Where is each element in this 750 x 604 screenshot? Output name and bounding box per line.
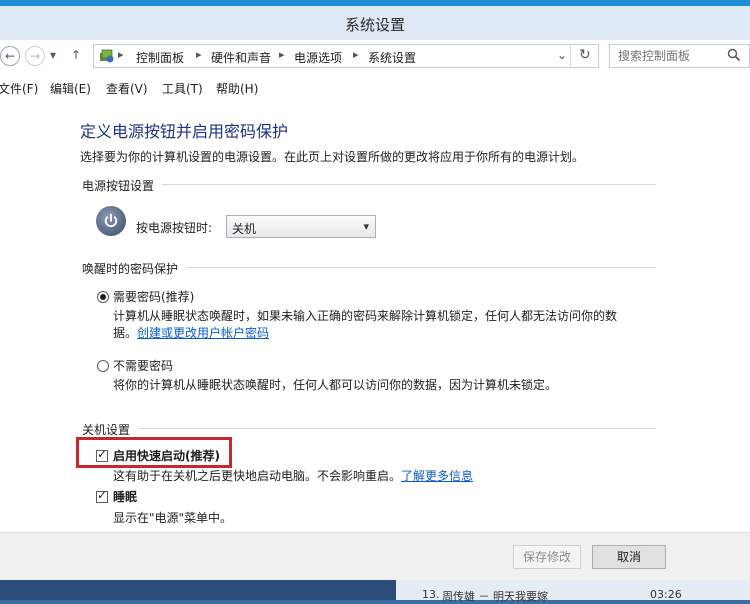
power-icon bbox=[96, 206, 126, 236]
menu-bar: 文件(F) 编辑(E) 查看(V) 工具(T) 帮助(H) bbox=[0, 74, 750, 98]
title-bar[interactable]: 系统设置 bbox=[0, 0, 750, 40]
window-title: 系统设置 bbox=[344, 16, 405, 34]
search-box[interactable] bbox=[609, 44, 750, 68]
sleep-label[interactable]: 睡眠 bbox=[113, 488, 137, 505]
power-button-section-title: 电源按钮设置 bbox=[82, 177, 163, 194]
fast-startup-description: 这有助于在关机之后更快地启动电脑。不会影响重启。 bbox=[113, 469, 402, 483]
menu-view[interactable]: 查看(V) bbox=[106, 80, 148, 97]
taskbar: 13. 周传雄 － 明天我要嫁 03:26 bbox=[0, 580, 750, 603]
menu-file[interactable]: 文件(F) bbox=[0, 80, 38, 97]
menu-edit[interactable]: 编辑(E) bbox=[50, 80, 91, 97]
sleep-description: 显示在"电源"菜单中。 bbox=[113, 511, 233, 525]
sleep-checkbox[interactable] bbox=[96, 488, 108, 503]
back-button[interactable]: ← bbox=[0, 46, 20, 66]
save-changes-button[interactable]: 保存修改 bbox=[513, 545, 581, 569]
breadcrumb-separator[interactable]: ▸ bbox=[279, 48, 285, 61]
power-button-label: 按电源按钮时: bbox=[136, 221, 213, 235]
no-password-description: 将你的计算机从睡眠状态唤醒时，任何人都可以访问你的数据，因为计算机未锁定。 bbox=[113, 378, 558, 392]
up-button[interactable]: ↑ bbox=[71, 48, 81, 62]
address-toolbar: ← → ▾ ↑ ▸ 控制面板 ▸ 硬件和声音 ▸ 电源选项 ▸ 系统设置 ⌄ ↻ bbox=[0, 40, 750, 72]
search-icon[interactable] bbox=[727, 48, 741, 65]
menu-tools[interactable]: 工具(T) bbox=[162, 80, 203, 97]
no-password-radio[interactable] bbox=[97, 360, 109, 372]
main-content: 定义电源按钮并启用密码保护 选择要为你的计算机设置的电源设置。在此页上对设置所做… bbox=[0, 98, 750, 532]
section-divider bbox=[82, 184, 656, 185]
control-panel-icon bbox=[99, 48, 115, 67]
track-number: 13. bbox=[422, 588, 440, 601]
power-button-action-select[interactable]: 关机 ▾ bbox=[226, 215, 376, 238]
search-input[interactable] bbox=[618, 48, 728, 64]
require-password-label[interactable]: 需要密码(推荐) bbox=[113, 288, 194, 305]
recent-pages-button[interactable]: ▾ bbox=[50, 48, 56, 62]
no-password-label[interactable]: 不需要密码 bbox=[113, 357, 173, 374]
chevron-down-icon: ▾ bbox=[363, 220, 369, 233]
address-dropdown-button[interactable]: ⌄ bbox=[557, 48, 567, 62]
require-password-description-line2: 据。 bbox=[113, 326, 138, 340]
require-password-radio[interactable] bbox=[97, 291, 109, 303]
breadcrumb-item-system-settings[interactable]: 系统设置 bbox=[368, 49, 416, 66]
breadcrumb-separator[interactable]: ▸ bbox=[353, 48, 359, 61]
breadcrumb-item-power-options[interactable]: 电源选项 bbox=[294, 49, 342, 66]
shutdown-section-title: 关机设置 bbox=[82, 421, 139, 438]
breadcrumb-item-hardware-sound[interactable]: 硬件和声音 bbox=[211, 49, 271, 66]
track-time: 03:26 bbox=[650, 588, 682, 601]
breadcrumb-separator[interactable]: ▸ bbox=[196, 48, 202, 61]
address-divider bbox=[570, 45, 571, 67]
annotation-highlight-box bbox=[76, 437, 232, 468]
section-divider bbox=[82, 428, 656, 429]
learn-more-link[interactable]: 了解更多信息 bbox=[401, 467, 473, 484]
breadcrumb-separator: ▸ bbox=[118, 48, 124, 61]
menu-help[interactable]: 帮助(H) bbox=[216, 80, 258, 97]
breadcrumb-item-control-panel[interactable]: 控制面板 bbox=[136, 49, 184, 66]
media-player-panel[interactable]: 13. 周传雄 － 明天我要嫁 03:26 bbox=[396, 580, 750, 603]
cancel-button[interactable]: 取消 bbox=[592, 545, 666, 569]
page-title: 定义电源按钮并启用密码保护 bbox=[80, 122, 289, 141]
forward-button[interactable]: → bbox=[25, 46, 45, 66]
button-bar: 保存修改 取消 bbox=[0, 532, 750, 580]
control-panel-window: 系统设置 ← → ▾ ↑ ▸ 控制面板 ▸ 硬件和声音 ▸ 电源选项 ▸ 系统设… bbox=[0, 0, 750, 580]
create-change-password-link[interactable]: 创建或更改用户帐户密码 bbox=[137, 324, 269, 341]
require-password-description: 计算机从睡眠状态唤醒时，如果未输入正确的密码来解除计算机锁定，任何人都无法访问你… bbox=[113, 309, 618, 323]
power-button-selected-value: 关机 bbox=[232, 222, 257, 236]
track-title: 周传雄 － 明天我要嫁 bbox=[442, 590, 548, 603]
refresh-icon[interactable]: ↻ bbox=[579, 47, 591, 63]
address-bar[interactable]: ▸ 控制面板 ▸ 硬件和声音 ▸ 电源选项 ▸ 系统设置 ⌄ ↻ bbox=[93, 44, 599, 68]
page-description: 选择要为你的计算机设置的电源设置。在此页上对设置所做的更改将应用于你所有的电源计… bbox=[80, 150, 585, 164]
wake-password-section-title: 唤醒时的密码保护 bbox=[82, 260, 187, 277]
